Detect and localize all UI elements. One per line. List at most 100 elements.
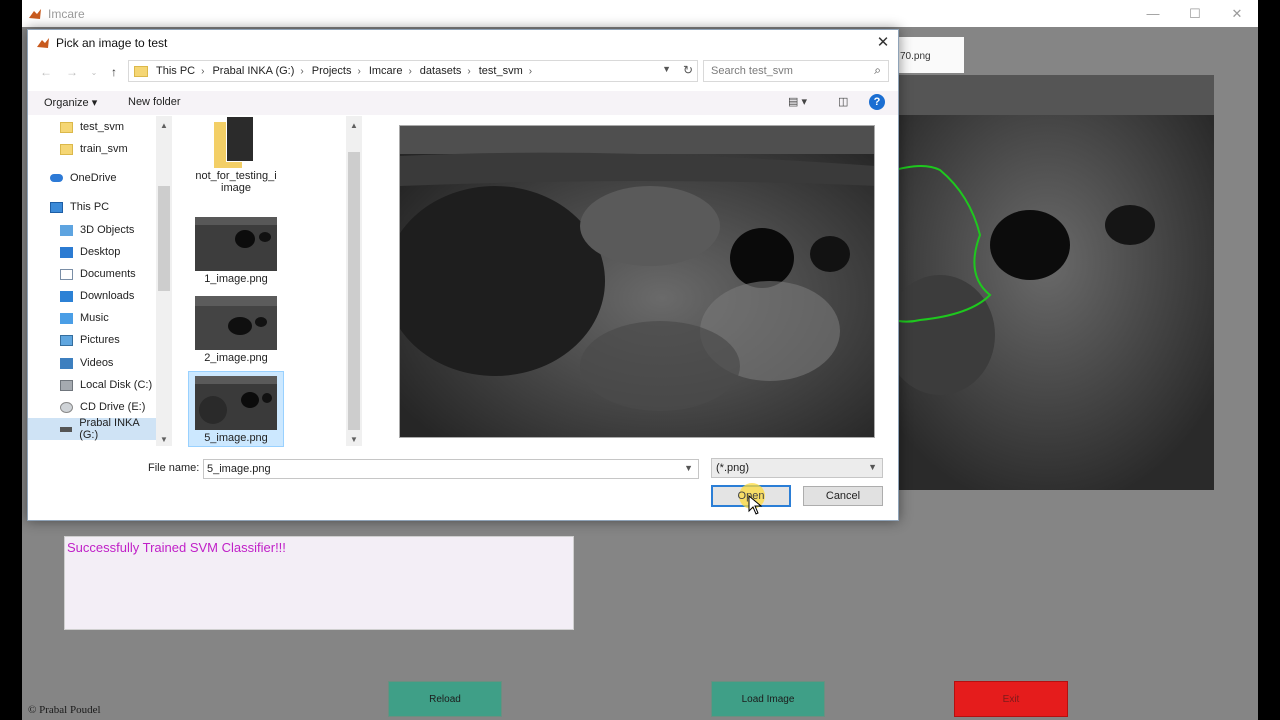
list-item[interactable]: 2_image.png bbox=[188, 292, 284, 368]
address-dropdown-icon[interactable]: ▼ bbox=[662, 64, 671, 74]
scrollbar-thumb[interactable] bbox=[158, 186, 170, 291]
search-input[interactable]: Search test_svm ⌕ bbox=[703, 60, 889, 82]
segmented-ultrasound bbox=[880, 75, 1214, 490]
file-list: not_for_testing_i image 1_image.png 2_im… bbox=[188, 116, 362, 447]
nav-item-train-svm[interactable]: train_svm bbox=[60, 138, 128, 160]
breadcrumb-item[interactable]: Projects bbox=[312, 65, 352, 77]
breadcrumb-item[interactable]: test_svm bbox=[479, 65, 523, 77]
nav-item-prabal-inka[interactable]: Prabal INKA (G:) bbox=[28, 417, 156, 441]
nav-item-downloads[interactable]: Downloads bbox=[60, 285, 134, 307]
folder-icon bbox=[134, 65, 148, 77]
desktop-icon bbox=[60, 246, 73, 258]
breadcrumb-item[interactable]: Prabal INKA (G:) bbox=[212, 65, 294, 77]
refresh-icon[interactable]: ↻ bbox=[683, 63, 693, 77]
back-arrow-icon[interactable]: ← bbox=[36, 62, 56, 82]
current-filename-label: 70.png bbox=[892, 37, 964, 73]
nav-item-local-disk[interactable]: Local Disk (C:) bbox=[60, 374, 152, 396]
main-window-title: Imcare bbox=[48, 6, 85, 21]
folder-icon bbox=[60, 121, 73, 133]
organize-menu[interactable]: Organize ▾ bbox=[44, 96, 97, 109]
scroll-up-icon[interactable]: ▲ bbox=[346, 118, 362, 132]
preview-pane-icon[interactable]: ◫ bbox=[838, 95, 848, 108]
file-type-select[interactable]: (*.png) ▼ bbox=[711, 458, 883, 478]
file-name-value: 5_image.png bbox=[207, 463, 271, 475]
list-item[interactable]: 1_image.png bbox=[188, 213, 284, 289]
help-icon[interactable]: ? bbox=[869, 94, 885, 110]
recent-chevron-icon[interactable]: ⌄ bbox=[84, 62, 104, 82]
view-options-icon[interactable]: ▤ ▾ bbox=[788, 95, 807, 108]
nav-item-documents[interactable]: Documents bbox=[60, 263, 136, 285]
nav-scrollbar[interactable]: ▲ ▼ bbox=[156, 116, 172, 446]
cube-icon bbox=[60, 224, 73, 236]
minimize-button[interactable]: — bbox=[1132, 0, 1174, 27]
video-icon bbox=[60, 357, 73, 369]
up-arrow-icon[interactable]: ↑ bbox=[104, 62, 124, 82]
breadcrumb-item[interactable]: This PC bbox=[156, 65, 195, 77]
file-name: image bbox=[221, 182, 251, 194]
nav-item-3d-objects[interactable]: 3D Objects bbox=[60, 219, 134, 241]
copyright-text: © Prabal Poudel bbox=[28, 704, 101, 716]
main-titlebar: Imcare — ☐ ✕ bbox=[22, 0, 1258, 27]
pictures-icon bbox=[60, 334, 73, 346]
nav-item-cd-drive[interactable]: CD Drive (E:) bbox=[60, 396, 145, 418]
nav-item-desktop[interactable]: Desktop bbox=[60, 241, 120, 263]
computer-icon bbox=[50, 201, 63, 213]
scroll-down-icon[interactable]: ▼ bbox=[156, 432, 172, 446]
file-name-field[interactable]: 5_image.png ▼ bbox=[203, 459, 699, 479]
preview-ultrasound bbox=[400, 126, 874, 437]
usb-drive-icon bbox=[60, 426, 73, 432]
file-type-value: (*.png) bbox=[716, 462, 750, 474]
search-placeholder: Search test_svm bbox=[711, 65, 793, 77]
document-icon bbox=[60, 268, 73, 280]
mouse-cursor-icon bbox=[748, 495, 763, 515]
disk-icon bbox=[60, 379, 73, 391]
new-folder-button[interactable]: New folder bbox=[128, 96, 181, 108]
close-button[interactable]: ✕ bbox=[1216, 0, 1258, 27]
dialog-title: Pick an image to test bbox=[56, 36, 168, 50]
music-icon bbox=[60, 312, 73, 324]
load-image-button[interactable]: Load Image bbox=[711, 681, 825, 717]
exit-button[interactable]: Exit bbox=[954, 681, 1068, 717]
file-scrollbar[interactable]: ▲ ▼ bbox=[346, 116, 362, 446]
file-name: 2_image.png bbox=[204, 352, 268, 364]
chevron-down-icon: ▼ bbox=[868, 462, 877, 472]
dialog-close-button[interactable]: ✕ bbox=[872, 31, 894, 53]
list-item[interactable]: not_for_testing_i image bbox=[188, 116, 284, 210]
cancel-button[interactable]: Cancel bbox=[803, 486, 883, 506]
breadcrumb[interactable]: This PC › Prabal INKA (G:) › Projects › Imc… bbox=[128, 60, 698, 82]
nav-item-videos[interactable]: Videos bbox=[60, 352, 113, 374]
dialog-titlebar: Pick an image to test ✕ bbox=[28, 30, 898, 56]
breadcrumb-item[interactable]: Imcare bbox=[369, 65, 403, 77]
nav-item-pictures[interactable]: Pictures bbox=[60, 329, 120, 351]
search-icon: ⌕ bbox=[874, 63, 881, 77]
nav-item-onedrive[interactable]: OneDrive bbox=[50, 167, 116, 189]
maximize-button[interactable]: ☐ bbox=[1174, 0, 1216, 27]
matlab-icon bbox=[37, 38, 49, 48]
nav-item-test-svm[interactable]: test_svm bbox=[60, 116, 124, 138]
reload-button[interactable]: Reload bbox=[388, 681, 502, 717]
download-icon bbox=[60, 290, 73, 302]
image-thumbnail bbox=[195, 376, 277, 430]
status-panel: Successfully Trained SVM Classifier!!! bbox=[64, 536, 574, 630]
matlab-icon bbox=[29, 8, 41, 19]
dialog-toolbar: Organize ▾ New folder ▤ ▾ ◫ ? bbox=[28, 91, 898, 115]
forward-arrow-icon[interactable]: → bbox=[62, 62, 82, 82]
breadcrumb-item[interactable]: datasets bbox=[420, 65, 462, 77]
image-preview bbox=[399, 125, 875, 438]
file-open-dialog: Pick an image to test ✕ ← → ⌄ ↑ This PC ›… bbox=[27, 29, 899, 521]
nav-item-music[interactable]: Music bbox=[60, 307, 109, 329]
scrollbar-thumb[interactable] bbox=[348, 152, 360, 430]
folder-thumbnail-icon bbox=[214, 116, 258, 168]
status-text: Successfully Trained SVM Classifier!!! bbox=[67, 540, 286, 555]
file-name: not_for_testing_i bbox=[195, 170, 277, 182]
scroll-up-icon[interactable]: ▲ bbox=[156, 118, 172, 132]
list-item[interactable]: 5_image.png bbox=[188, 371, 284, 447]
ultrasound-result-image bbox=[880, 75, 1214, 490]
cloud-icon bbox=[50, 174, 63, 182]
nav-item-this-pc[interactable]: This PC bbox=[50, 196, 109, 218]
scroll-down-icon[interactable]: ▼ bbox=[346, 432, 362, 446]
chevron-down-icon[interactable]: ▼ bbox=[684, 463, 693, 473]
navigation-pane: test_svm train_svm OneDrive This PC 3D O… bbox=[28, 116, 173, 446]
file-name: 5_image.png bbox=[204, 432, 268, 444]
image-thumbnail bbox=[195, 217, 277, 271]
